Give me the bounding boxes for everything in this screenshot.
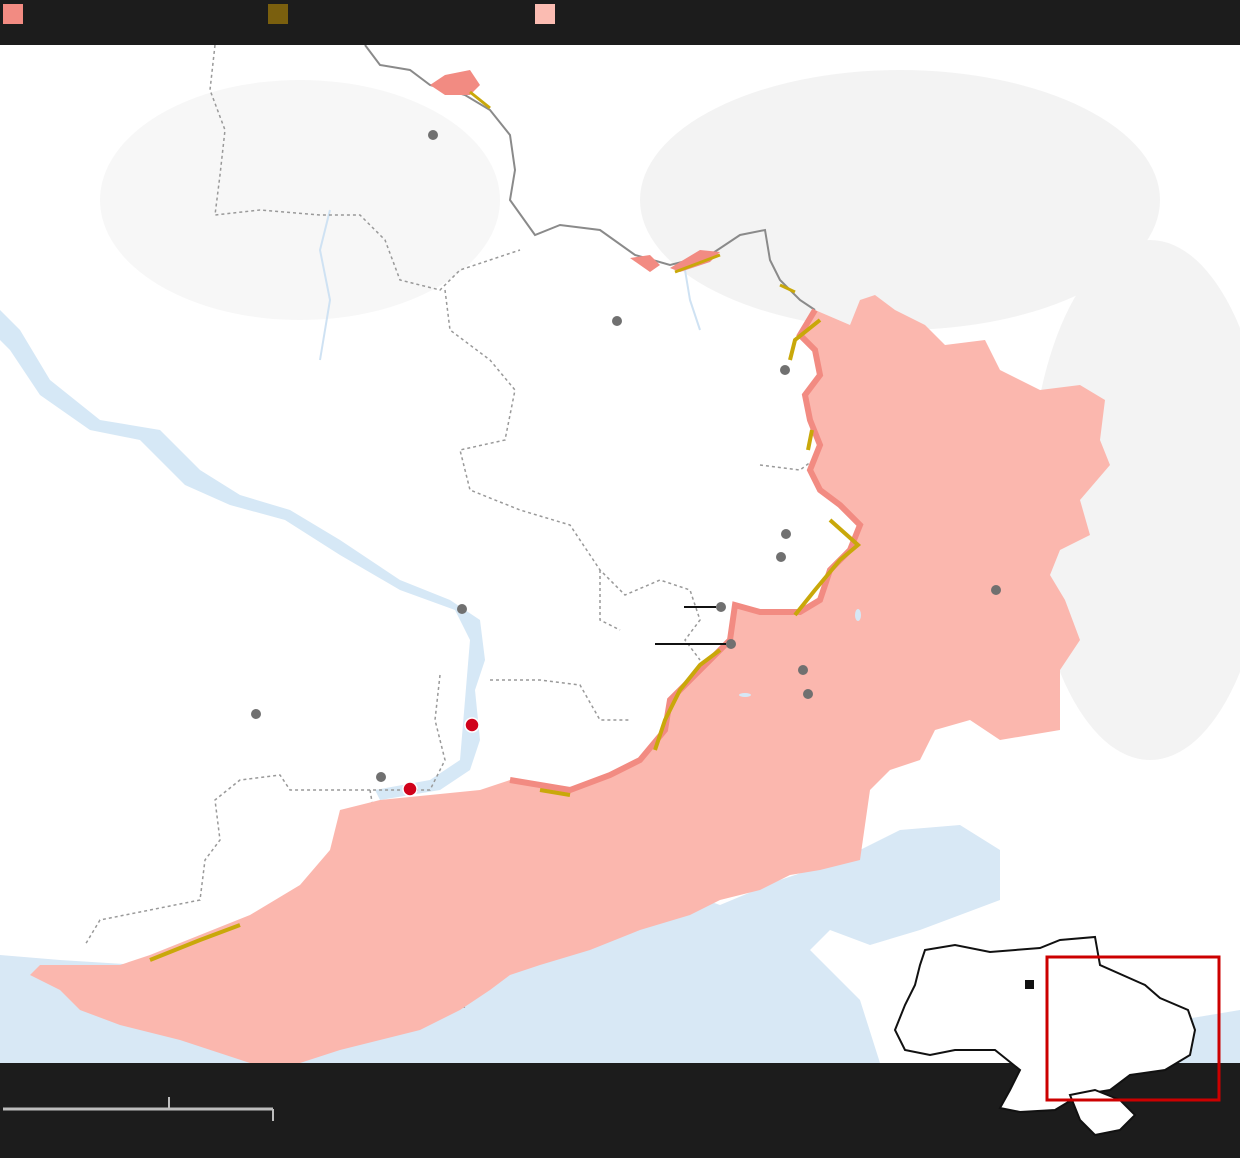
city-marker <box>428 130 438 140</box>
attack-marker <box>464 717 480 733</box>
legend-bar <box>0 0 1240 45</box>
city-marker <box>376 772 386 782</box>
sea-east <box>1060 1010 1240 1063</box>
city-marker <box>457 604 467 614</box>
city-marker <box>776 552 786 562</box>
city-marker <box>991 585 1001 595</box>
city-marker <box>803 689 813 699</box>
city-marker <box>612 316 622 326</box>
scale-bar <box>3 1097 274 1121</box>
dnipro-reservoir <box>0 310 485 800</box>
lake <box>739 693 751 697</box>
city-marker <box>716 602 726 612</box>
occupied-north-salient-2 <box>630 255 660 272</box>
legend-swatch-advance <box>268 4 288 24</box>
lake <box>855 609 861 621</box>
occupied-territory <box>30 295 1110 1063</box>
legend-swatch-occupied <box>535 4 555 24</box>
city-marker <box>251 709 261 719</box>
legend-swatch-recent <box>3 4 23 24</box>
city-marker <box>781 529 791 539</box>
city-marker <box>726 639 736 649</box>
attack-marker <box>402 781 418 797</box>
occupied-north-salient <box>430 70 480 95</box>
city-marker <box>780 365 790 375</box>
map[interactable] <box>0 45 1240 1063</box>
city-marker <box>798 665 808 675</box>
